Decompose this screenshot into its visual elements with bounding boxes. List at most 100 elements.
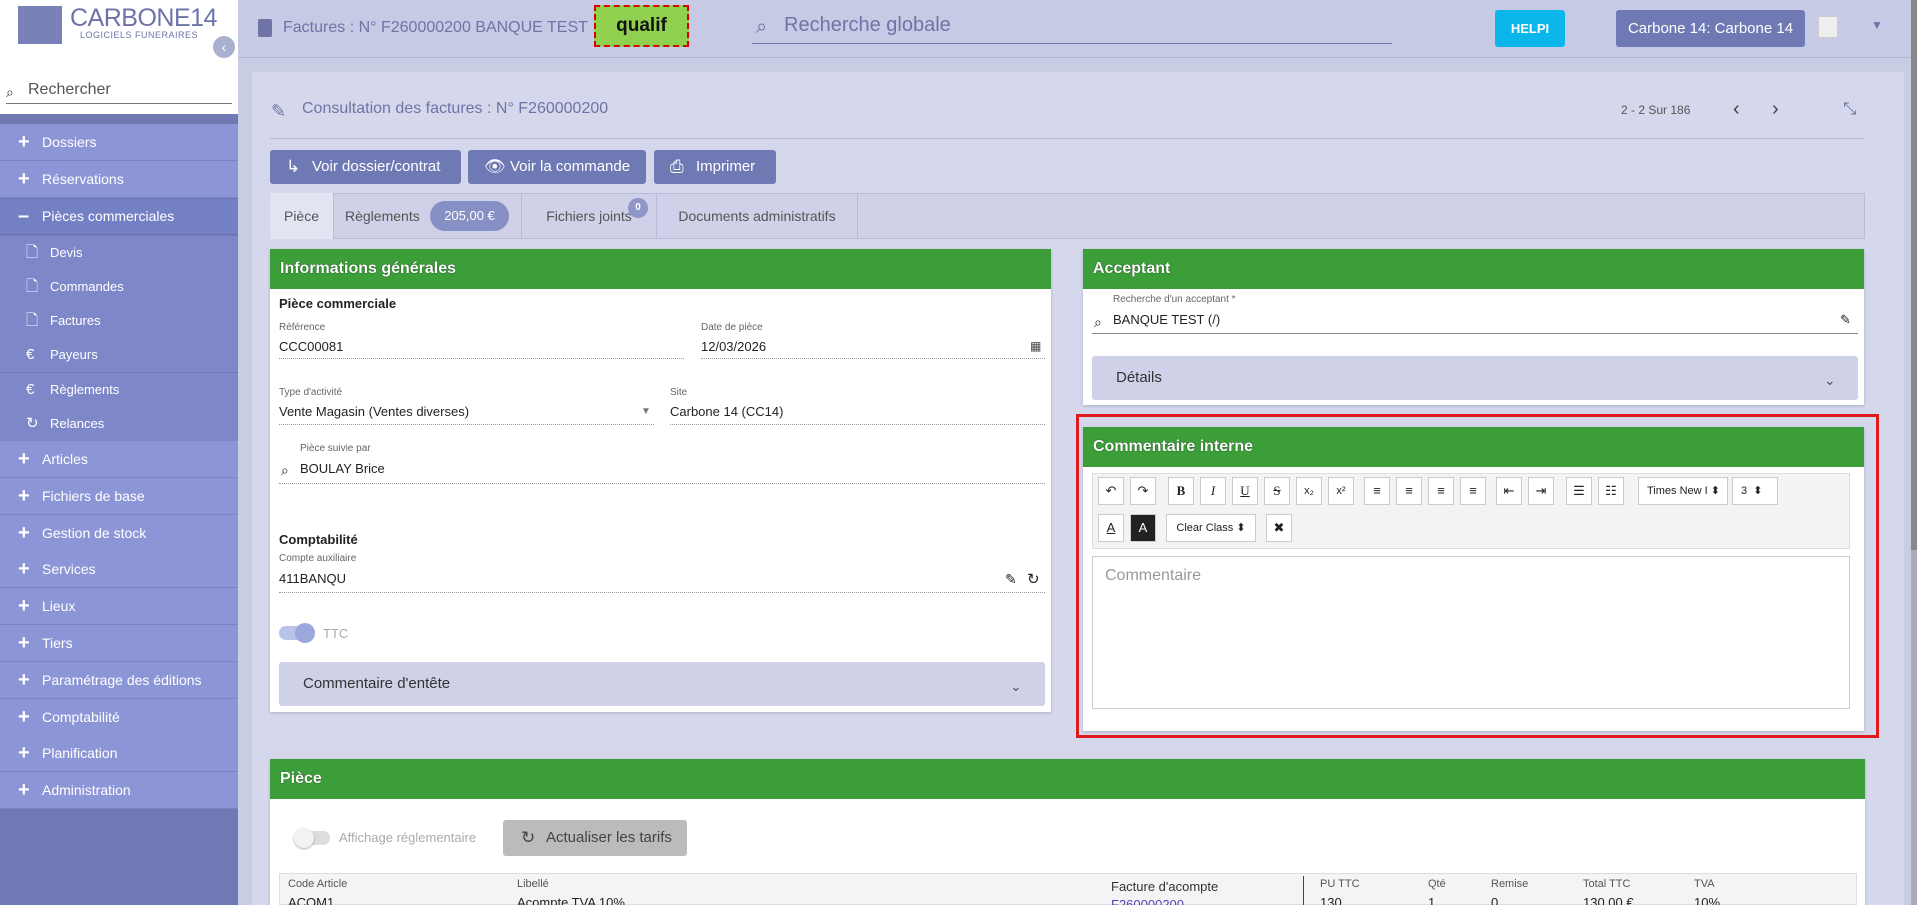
cell-qte[interactable]: 1 bbox=[1428, 895, 1435, 905]
environment-badge: qualif bbox=[594, 5, 689, 47]
date-label: Date de pièce bbox=[701, 322, 763, 333]
reference-label: Référence bbox=[279, 322, 326, 333]
sidebar-item-comptabilite[interactable]: + Comptabilité bbox=[0, 699, 238, 736]
acceptant-field[interactable]: BANQUE TEST (/) bbox=[1113, 312, 1220, 327]
acceptant-search-label: Recherche d'un acceptant * bbox=[1113, 294, 1236, 305]
collapse-sidebar-button[interactable]: ‹ bbox=[213, 36, 235, 58]
chevron-down-icon[interactable]: ▼ bbox=[1871, 18, 1883, 32]
sidebar-subitem-commandes[interactable]: 🗋 Commandes bbox=[0, 270, 238, 304]
scrollbar-thumb[interactable] bbox=[1911, 0, 1917, 550]
cell-total: 130,00 € bbox=[1583, 895, 1634, 905]
plus-icon: + bbox=[18, 742, 30, 764]
page-title: Consultation des factures : N° F26000020… bbox=[302, 100, 609, 117]
avatar[interactable] bbox=[1818, 16, 1838, 38]
document-title: Factures : N° F260000200 BANQUE TEST bbox=[283, 19, 588, 36]
column-code-article: Code Article bbox=[288, 878, 348, 890]
pencil-icon[interactable]: ✎ bbox=[1005, 571, 1017, 588]
sidebar-item-planification[interactable]: + Planification bbox=[0, 735, 238, 772]
activite-select[interactable]: Vente Magasin (Ventes diverses) bbox=[279, 404, 469, 419]
cell-remise[interactable]: 0 bbox=[1491, 895, 1498, 905]
sidebar-item-parametrage-editions[interactable]: + Paramétrage des éditions bbox=[0, 662, 238, 699]
date-field[interactable]: 12/03/2026 bbox=[701, 339, 766, 354]
logo-subtitle: LOGICIELS FUNERAIRES bbox=[80, 30, 199, 40]
card-header: Pièce bbox=[270, 759, 1865, 799]
column-qte: Qté bbox=[1428, 878, 1446, 890]
sidebar-item-dossiers[interactable]: + Dossiers bbox=[0, 124, 238, 161]
column-facture-acompte: Facture d'acompte bbox=[1111, 879, 1219, 894]
cell-tva: 10% bbox=[1694, 895, 1721, 905]
column-pu-ttc: PU TTC bbox=[1320, 878, 1360, 890]
refresh-icon[interactable]: ↻ bbox=[1027, 570, 1040, 588]
informations-generales-card bbox=[270, 249, 1051, 712]
helpi-button[interactable]: HELPI bbox=[1495, 10, 1565, 47]
details-expander[interactable]: Détails bbox=[1092, 356, 1858, 400]
sidebar-item-fichiers-de-base[interactable]: + Fichiers de base bbox=[0, 478, 238, 515]
pencil-icon[interactable]: ✎ bbox=[1840, 312, 1851, 328]
plus-icon: + bbox=[18, 131, 30, 153]
activite-label: Type d'activité bbox=[279, 387, 343, 398]
pencil-icon: ✎ bbox=[271, 101, 287, 121]
reference-field[interactable]: CCC00081 bbox=[279, 339, 343, 354]
chevron-left-icon[interactable]: ‹ bbox=[1733, 98, 1740, 121]
site-label: Site bbox=[670, 387, 688, 398]
plus-icon: + bbox=[18, 779, 30, 801]
sidebar-item-tiers[interactable]: + Tiers bbox=[0, 625, 238, 662]
sidebar-item-lieux[interactable]: + Lieux bbox=[0, 588, 238, 625]
tab-documents-administratifs[interactable]: Documents administratifs bbox=[657, 193, 858, 239]
sidebar-item-services[interactable]: + Services bbox=[0, 551, 238, 588]
search-icon: ⌕ bbox=[281, 462, 289, 478]
voir-commande-button[interactable]: 👁 Voir la commande bbox=[468, 150, 646, 184]
column-libelle: Libellé bbox=[517, 878, 549, 890]
refresh-icon: ↻ bbox=[521, 828, 536, 847]
toggle-knob bbox=[295, 623, 315, 643]
sidebar-item-pieces-commerciales[interactable]: – Pièces commerciales bbox=[0, 199, 238, 233]
sidebar-item-articles[interactable]: + Articles bbox=[0, 441, 238, 478]
section-piece-commerciale: Pièce commerciale bbox=[279, 296, 397, 311]
field-underline bbox=[1092, 333, 1858, 334]
plus-icon: + bbox=[18, 706, 30, 728]
calendar-icon[interactable]: ▦ bbox=[1030, 339, 1041, 353]
sidebar-item-administration[interactable]: + Administration bbox=[0, 772, 238, 809]
pager-text: 2 - 2 Sur 186 bbox=[1621, 103, 1691, 117]
sidebar-subitem-reglements[interactable]: € Règlements bbox=[0, 373, 238, 407]
site-field[interactable]: Carbone 14 (CC14) bbox=[670, 404, 783, 419]
arrow-turn-icon: ↳ bbox=[286, 157, 301, 176]
column-remise: Remise bbox=[1491, 878, 1529, 890]
column-total-ttc: Total TTC bbox=[1583, 878, 1631, 890]
compte-field[interactable]: 411BANQU bbox=[279, 571, 346, 586]
cell-facture-link[interactable]: F260000200 bbox=[1111, 897, 1184, 905]
tab-piece[interactable]: Pièce bbox=[270, 193, 334, 239]
reglements-amount-badge: 205,00 € bbox=[430, 201, 509, 231]
compte-label: Compte auxiliaire bbox=[279, 553, 357, 564]
plus-icon: + bbox=[18, 485, 30, 507]
suivie-label: Pièce suivie par bbox=[300, 443, 371, 454]
field-underline bbox=[279, 358, 684, 359]
chevron-down-icon[interactable]: ▼ bbox=[641, 406, 651, 417]
sidebar-subitem-factures[interactable]: 🗋 Factures bbox=[0, 304, 238, 338]
actualiser-tarifs-button[interactable]: ↻ Actualiser les tarifs bbox=[503, 820, 687, 856]
plus-icon: + bbox=[18, 448, 30, 470]
suivie-field[interactable]: BOULAY Brice bbox=[300, 461, 385, 476]
sidebar-item-gestion-de-stock[interactable]: + Gestion de stock bbox=[0, 515, 238, 552]
sidebar-search-input[interactable]: Rechercher bbox=[6, 78, 232, 104]
sidebar-subitem-relances[interactable]: ↻ Relances bbox=[0, 407, 238, 441]
refresh-icon: ↻ bbox=[26, 415, 39, 432]
cell-libelle: Acompte TVA 10% bbox=[517, 895, 625, 905]
imprimer-button[interactable]: ⎙ Imprimer bbox=[654, 150, 776, 184]
chevron-down-icon[interactable]: ⌄ bbox=[1010, 678, 1022, 695]
sidebar-subitem-payeurs[interactable]: € Payeurs bbox=[0, 338, 238, 372]
exit-fullscreen-icon[interactable]: ⤡ bbox=[1843, 99, 1857, 119]
chevron-down-icon[interactable]: ⌄ bbox=[1824, 372, 1836, 389]
document-upload-icon: 🗋 bbox=[26, 278, 39, 295]
cell-pu[interactable]: 130 bbox=[1320, 895, 1342, 905]
sidebar-item-reservations[interactable]: + Réservations bbox=[0, 161, 238, 198]
chevron-right-icon[interactable]: › bbox=[1772, 98, 1779, 121]
divider bbox=[270, 138, 1865, 139]
commentaire-entete-expander[interactable]: Commentaire d'entête bbox=[279, 662, 1045, 706]
field-underline bbox=[279, 483, 1045, 484]
account-button[interactable]: Carbone 14: Carbone 14 bbox=[1616, 10, 1805, 47]
voir-dossier-button[interactable]: ↳ Voir dossier/contrat bbox=[270, 150, 461, 184]
sidebar-subitem-devis[interactable]: 🗋 Devis bbox=[0, 236, 238, 270]
toggle-knob bbox=[294, 828, 314, 848]
global-search-input[interactable]: Recherche globale bbox=[752, 10, 1392, 44]
